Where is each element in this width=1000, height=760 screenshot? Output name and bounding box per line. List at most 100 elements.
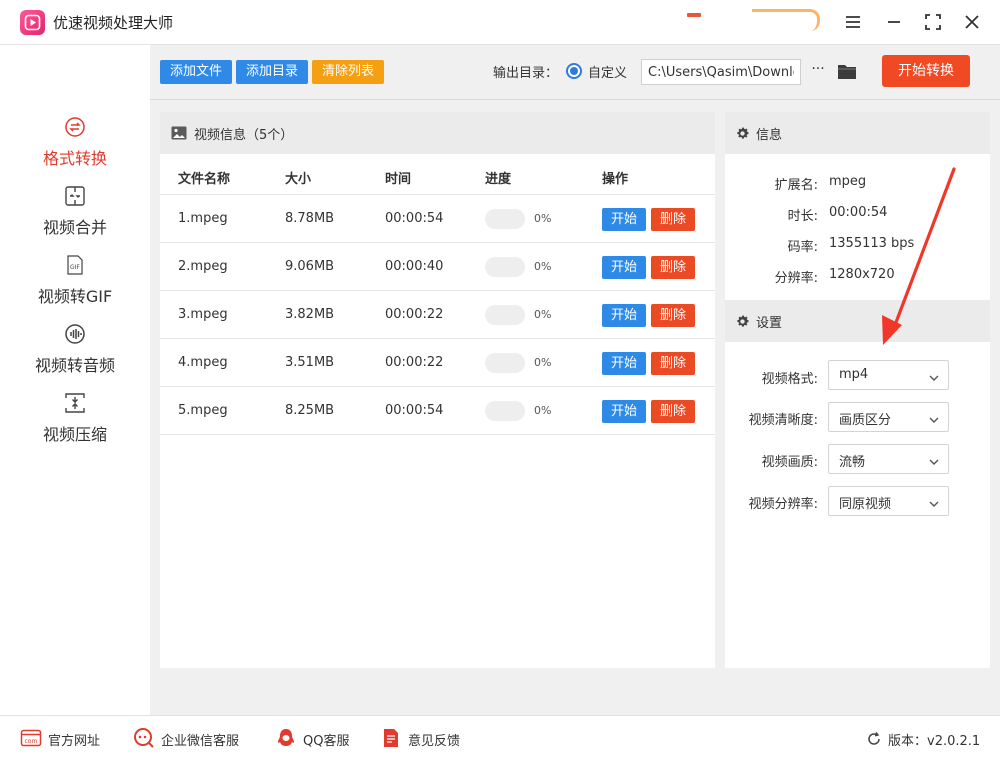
refresh-icon (866, 731, 882, 747)
duration-label: 时长: (787, 209, 818, 224)
video-format-select[interactable]: mp4 (828, 360, 949, 390)
add-directory-button[interactable]: 添加目录 (236, 60, 308, 84)
start-convert-button[interactable]: 开始转换 (882, 55, 970, 87)
output-path-input[interactable] (641, 59, 801, 85)
compress-icon (64, 392, 86, 414)
row-delete-button[interactable]: 删除 (651, 256, 695, 279)
video-quality-select[interactable]: 流畅 (828, 444, 949, 474)
chevron-down-icon (929, 497, 939, 507)
file-name: 4.mpeg (178, 355, 228, 370)
row-start-button[interactable]: 开始 (602, 304, 646, 327)
resolution-label: 分辨率: (774, 271, 818, 286)
file-name: 3.mpeg (178, 307, 228, 322)
file-name: 5.mpeg (178, 403, 228, 418)
video-clarity-label: 视频清晰度: (748, 413, 818, 428)
folder-icon[interactable] (837, 62, 857, 80)
progress-text: 0% (534, 308, 552, 321)
file-duration: 00:00:22 (385, 307, 444, 322)
footer: com 官方网址 企业微信客服 QQ客服 意见反馈 版本：v2.0.2.1 (0, 715, 1000, 760)
file-size: 8.78MB (285, 211, 335, 226)
sidebar-item-video-merge[interactable]: 视频合并 (0, 185, 150, 251)
website-icon: com (20, 727, 42, 749)
file-name: 2.mpeg (178, 259, 228, 274)
row-delete-button[interactable]: 删除 (651, 400, 695, 423)
feedback-icon (380, 727, 402, 749)
file-size: 3.51MB (285, 355, 335, 370)
qq-service-label: QQ客服 (303, 734, 350, 749)
custom-output-label[interactable]: 自定义 (588, 62, 627, 81)
annotation-arrow-icon (870, 165, 960, 355)
chevron-down-icon (929, 455, 939, 465)
row-delete-button[interactable]: 删除 (651, 304, 695, 327)
toolbar: 添加文件 添加目录 清除列表 输出目录： 自定义 ··· 开始转换 (150, 45, 1000, 100)
close-icon[interactable] (962, 12, 982, 32)
progress-bar (485, 305, 525, 325)
column-header-time: 时间 (385, 172, 412, 187)
add-file-button[interactable]: 添加文件 (160, 60, 232, 84)
extension-label: 扩展名: (774, 178, 818, 193)
qq-icon (275, 727, 297, 749)
progress-text: 0% (534, 212, 552, 225)
video-info-panel: 视频信息（5个） 文件名称 大小 时间 进度 操作 1.mpeg 8.78MB … (160, 112, 715, 668)
column-header-name: 文件名称 (178, 172, 231, 187)
row-start-button[interactable]: 开始 (602, 208, 646, 231)
settings-title: 设置 (756, 316, 783, 331)
video-format-value: mp4 (839, 367, 869, 382)
sidebar-item-label: 格式转换 (42, 149, 107, 168)
gif-icon: GIF (64, 254, 86, 276)
sidebar-item-gif[interactable]: GIF 视频转GIF (0, 254, 150, 320)
sidebar-item-audio[interactable]: 视频转音频 (0, 323, 150, 389)
row-delete-button[interactable]: 删除 (651, 208, 695, 231)
table-row[interactable]: 2.mpeg 9.06MB 00:00:40 0% 开始 删除 (160, 243, 715, 291)
maximize-icon[interactable] (923, 12, 943, 32)
feedback-label: 意见反馈 (408, 734, 461, 749)
chevron-down-icon (929, 413, 939, 423)
progress-bar (485, 401, 525, 421)
menu-icon[interactable] (843, 12, 863, 32)
info-header: 信息 (725, 112, 990, 154)
video-clarity-value: 画质区分 (839, 413, 892, 428)
sidebar-item-compress[interactable]: 视频压缩 (0, 392, 150, 458)
sidebar-item-label: 视频转GIF (37, 287, 113, 306)
sidebar: 格式转换 视频合并 GIF 视频转GIF 视频转音频 视频压缩 (0, 45, 150, 715)
video-panel-title: 视频信息（5个） (194, 128, 294, 143)
website-label: 官方网址 (48, 734, 101, 749)
table-row[interactable]: 3.mpeg 3.82MB 00:00:22 0% 开始 删除 (160, 291, 715, 339)
file-duration: 00:00:54 (385, 211, 444, 226)
progress-bar (485, 353, 525, 373)
svg-text:com: com (25, 738, 38, 745)
extension-value: mpeg (829, 174, 867, 189)
row-delete-button[interactable]: 删除 (651, 352, 695, 375)
row-start-button[interactable]: 开始 (602, 400, 646, 423)
chevron-down-icon (929, 371, 939, 381)
table-row[interactable]: 4.mpeg 3.51MB 00:00:22 0% 开始 删除 (160, 339, 715, 387)
minimize-icon[interactable] (884, 12, 904, 32)
sidebar-item-format-convert[interactable]: 格式转换 (0, 116, 150, 182)
red-mark-icon (687, 13, 701, 17)
image-icon (171, 126, 187, 140)
column-header-size: 大小 (285, 172, 312, 187)
table-row[interactable]: 1.mpeg 8.78MB 00:00:54 0% 开始 删除 (160, 195, 715, 243)
video-resolution-value: 同原视频 (839, 497, 892, 512)
progress-text: 0% (534, 356, 552, 369)
clear-list-button[interactable]: 清除列表 (312, 60, 384, 84)
file-duration: 00:00:40 (385, 259, 444, 274)
gear-icon (735, 314, 750, 329)
video-quality-value: 流畅 (839, 455, 866, 470)
svg-text:GIF: GIF (70, 264, 80, 271)
file-size: 9.06MB (285, 259, 335, 274)
row-start-button[interactable]: 开始 (602, 256, 646, 279)
custom-output-radio[interactable] (566, 63, 582, 79)
file-duration: 00:00:22 (385, 355, 444, 370)
bitrate-label: 码率: (787, 240, 818, 255)
video-resolution-select[interactable]: 同原视频 (828, 486, 949, 516)
video-panel-header: 视频信息（5个） (160, 112, 715, 154)
video-clarity-select[interactable]: 画质区分 (828, 402, 949, 432)
app-title: 优速视频处理大师 (53, 14, 174, 32)
output-directory-label: 输出目录： (493, 66, 559, 81)
more-options-icon[interactable]: ··· (809, 60, 827, 82)
row-start-button[interactable]: 开始 (602, 352, 646, 375)
table-row[interactable]: 5.mpeg 8.25MB 00:00:54 0% 开始 删除 (160, 387, 715, 435)
video-quality-label: 视频画质: (761, 455, 818, 470)
file-duration: 00:00:54 (385, 403, 444, 418)
